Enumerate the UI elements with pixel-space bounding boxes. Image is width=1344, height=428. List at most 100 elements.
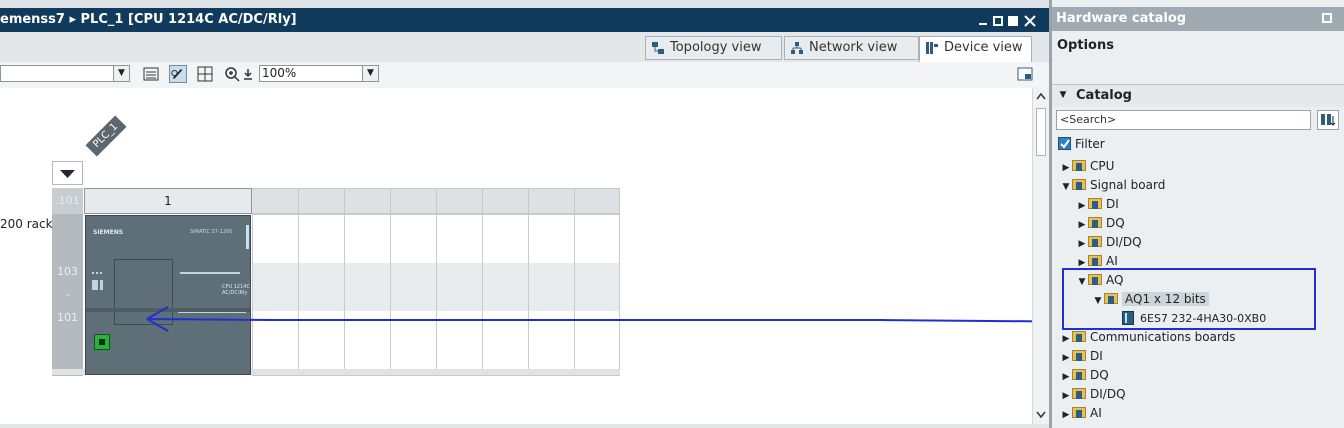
device-canvas[interactable]: PLC_1 .101 103 - 101 200 rack 1 SIEMENS … <box>0 88 1049 424</box>
editor-title-bar: emenss7 ▸ PLC_1 [CPU 1214C AC/DC/Rly] <box>0 8 1049 32</box>
chevron-down-icon[interactable]: ▼ <box>113 66 129 81</box>
slot-header-left: .101 <box>52 188 83 214</box>
checkmark-icon <box>1060 139 1070 149</box>
tree-item-label: DI/DQ <box>1090 387 1126 401</box>
filter-checkbox[interactable] <box>1058 137 1071 150</box>
restore-icon <box>993 16 1003 26</box>
slot-number: - <box>65 288 70 301</box>
maximize-icon <box>1008 16 1018 26</box>
cpu-status-strip <box>246 225 249 249</box>
zoom-dropdown[interactable]: 100% ▼ <box>259 65 379 82</box>
tree-item-di-dq[interactable]: ▶ DI/DQ <box>1060 385 1126 404</box>
catalog-title-bar: Hardware catalog <box>1052 7 1344 31</box>
device-editor: emenss7 ▸ PLC_1 [CPU 1214C AC/DC/Rly] To… <box>0 0 1049 428</box>
zoom-step-icon[interactable] <box>242 67 254 81</box>
options-section[interactable]: Options <box>1052 33 1344 83</box>
slot-number: 103 <box>57 265 78 278</box>
tree-item-signal-board[interactable]: ▼ Signal board <box>1060 176 1166 197</box>
annotation-highlight-box <box>1062 268 1316 330</box>
scroll-up-icon[interactable] <box>1035 91 1047 103</box>
folder-icon <box>1072 160 1086 171</box>
tab-label: Device view <box>944 40 1023 55</box>
tab-device-view[interactable]: Device view <box>919 36 1032 63</box>
chevron-down-icon[interactable]: ▼ <box>1057 90 1069 100</box>
collapse-icon[interactable]: ▼ <box>1060 178 1072 197</box>
topology-icon <box>652 42 664 54</box>
tree-item-cpu[interactable]: ▶ CPU <box>1060 157 1115 176</box>
triangle-down-icon <box>60 170 75 178</box>
tab-topology-view[interactable]: Topology view <box>645 36 782 60</box>
top-strip <box>0 0 1049 8</box>
tab-network-view[interactable]: Network view <box>784 36 919 60</box>
search-button[interactable] <box>1317 110 1339 130</box>
horizontal-scrollbar[interactable] <box>0 424 1049 428</box>
device-select-dropdown[interactable]: ▼ <box>0 65 130 82</box>
catalog-section-header[interactable]: ▼ Catalog <box>1052 84 1344 107</box>
folder-icon <box>1088 198 1102 209</box>
folder-icon <box>1072 369 1086 380</box>
folder-icon <box>1072 179 1086 190</box>
tree-item-label: Signal board <box>1090 178 1166 192</box>
scroll-thumb[interactable] <box>1036 108 1046 156</box>
rack-collapse-button[interactable] <box>52 161 83 185</box>
hardware-catalog-pane: Hardware catalog Options ▼ Catalog <Sear… <box>1049 0 1344 428</box>
annotation-arrow <box>146 306 1049 332</box>
tree-item-ai[interactable]: ▶ AI <box>1060 404 1102 423</box>
catalog-label: Catalog <box>1076 88 1132 103</box>
tree-item-label: CPU <box>1090 159 1115 173</box>
tree-item-di-dq[interactable]: ▶ DI/DQ <box>1076 233 1142 252</box>
tree-item-dq[interactable]: ▶ DQ <box>1076 214 1125 233</box>
zoom-value: 100% <box>262 66 297 80</box>
chevron-down-icon[interactable]: ▼ <box>362 66 378 81</box>
folder-icon <box>1072 350 1086 361</box>
ethernet-port-icon[interactable] <box>94 334 110 350</box>
editor-title: emenss7 ▸ PLC_1 [CPU 1214C AC/DC/Rly] <box>0 12 297 27</box>
folder-icon <box>1072 407 1086 418</box>
window-controls <box>979 15 1036 27</box>
tree-item-communications-boards[interactable]: ▶ Communications boards <box>1060 328 1236 347</box>
catalog-title: Hardware catalog <box>1056 11 1187 26</box>
tree-item-di[interactable]: ▶ DI <box>1076 195 1119 214</box>
catalog-search-input[interactable]: <Search> <box>1056 110 1311 130</box>
network-icon <box>791 42 803 54</box>
filter-label: Filter <box>1075 137 1105 151</box>
slot-number: 101 <box>57 311 78 324</box>
pane-float-icon[interactable] <box>1320 13 1334 25</box>
rack-label: 200 rack <box>0 217 53 231</box>
minimize-icon <box>979 23 987 25</box>
tab-label: Network view <box>809 40 898 55</box>
slot-header-cells <box>298 188 575 214</box>
device-name-tag: PLC_1 <box>85 115 127 157</box>
tree-item-label: DI <box>1106 197 1119 211</box>
tab-label: Topology view <box>670 40 762 55</box>
tree-item-label: DI <box>1090 349 1103 363</box>
search-placeholder: <Search> <box>1060 113 1117 126</box>
folder-icon <box>1088 255 1102 266</box>
tree-item-label: DI/DQ <box>1106 235 1142 249</box>
tree-item-label: DQ <box>1106 216 1125 230</box>
close-icon <box>1024 15 1036 27</box>
tree-item-dq[interactable]: ▶ DQ <box>1060 366 1109 385</box>
tree-item-label: AI <box>1106 254 1118 268</box>
cpu-brand: SIEMENS <box>93 229 124 236</box>
slot-numbers: 103 - 101 <box>52 260 83 329</box>
folder-icon <box>1088 236 1102 247</box>
slot-header-1-label: 1 <box>164 194 172 208</box>
cpu-series: SIMATIC S7-1200 <box>190 229 233 235</box>
device-name-label: PLC_1 <box>91 121 121 151</box>
overview-icon[interactable] <box>142 65 160 83</box>
options-label: Options <box>1057 38 1114 53</box>
draw-tool-icon[interactable] <box>169 65 187 83</box>
expand-icon[interactable]: ▶ <box>1060 406 1072 425</box>
properties-icon[interactable] <box>1016 65 1034 83</box>
zoom-in-icon[interactable] <box>223 65 241 83</box>
vertical-scrollbar[interactable] <box>1032 88 1049 424</box>
folder-icon <box>1072 388 1086 399</box>
search-icon <box>1321 114 1336 126</box>
scroll-down-icon[interactable] <box>1035 408 1047 420</box>
tree-item-label: AI <box>1090 406 1102 420</box>
tree-item-di[interactable]: ▶ DI <box>1060 347 1103 366</box>
tree-item-label: Communications boards <box>1090 330 1236 344</box>
device-icon <box>926 42 938 54</box>
grid-icon[interactable] <box>196 65 214 83</box>
